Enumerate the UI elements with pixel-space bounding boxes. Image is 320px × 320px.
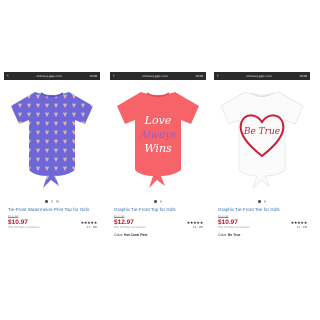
product-info: Graphic Tie-Front Tee for Girls $16.99 $… bbox=[214, 204, 310, 237]
rating[interactable]: ★★★★★ 4.6 · 186 bbox=[186, 220, 204, 229]
carousel-dot[interactable] bbox=[154, 200, 157, 203]
product-image[interactable]: Love Always Wins bbox=[110, 80, 206, 198]
color-value: Be True bbox=[228, 232, 241, 237]
carousel-dot[interactable] bbox=[50, 200, 54, 203]
shirt-text: Be True bbox=[243, 127, 280, 137]
carousel-dot[interactable] bbox=[159, 200, 162, 203]
product-title[interactable]: Graphic Tie-Front Tee for Girls bbox=[218, 207, 307, 213]
color-value: Hot Coral Pink bbox=[124, 232, 148, 237]
product-card-1: ‹ oldnavy.gap.com 10:08 Tie-Front Waterm… bbox=[4, 72, 100, 252]
rating[interactable]: ★★★★★ 4.7 · 105 bbox=[290, 220, 308, 229]
carousel-dot[interactable] bbox=[45, 200, 48, 203]
star-icon: ★★★★★ bbox=[290, 220, 308, 225]
browser-bar: ‹ oldnavy.gap.com 10:08 bbox=[4, 72, 100, 80]
color-label: Color: bbox=[218, 232, 228, 237]
shirt-text: Wins bbox=[144, 142, 172, 155]
product-image[interactable] bbox=[4, 80, 100, 198]
product-title[interactable]: Graphic Tie-Front Top for Girls bbox=[114, 207, 203, 213]
clock-time: 10:08 bbox=[299, 74, 307, 78]
rating-count: 4.6 · 186 bbox=[86, 226, 97, 229]
color-label: Color: bbox=[114, 232, 124, 237]
star-icon: ★★★★★ bbox=[186, 220, 204, 225]
browser-bar: ‹ oldnavy.gap.com 10:08 bbox=[214, 72, 310, 80]
rating[interactable]: ★★★★★ 4.6 · 186 bbox=[80, 220, 98, 229]
browser-bar: ‹ oldnavy.gap.com 10:08 bbox=[110, 72, 206, 80]
product-card-2: ‹ oldnavy.gap.com 10:08 Love Always Wins… bbox=[110, 72, 206, 252]
product-image[interactable]: Be True bbox=[214, 80, 310, 198]
color-selection: Color: Hot Coral Pink bbox=[114, 233, 203, 237]
url-text[interactable]: oldnavy.gap.com bbox=[115, 74, 196, 78]
clock-time: 10:08 bbox=[89, 74, 97, 78]
product-card-3: ‹ oldnavy.gap.com 10:08 Be True Graphic … bbox=[214, 72, 310, 252]
shirt-text: Always bbox=[139, 130, 176, 141]
rating-count: 4.7 · 105 bbox=[296, 226, 307, 229]
carousel-dot[interactable] bbox=[258, 200, 261, 203]
shirt-text: Love bbox=[144, 114, 172, 127]
clock-time: 10:08 bbox=[195, 74, 203, 78]
carousel-dot[interactable] bbox=[56, 200, 59, 203]
carousel-dot[interactable] bbox=[263, 200, 266, 203]
url-text[interactable]: oldnavy.gap.com bbox=[219, 74, 300, 78]
product-info: Graphic Tie-Front Top for Girls $16.99 $… bbox=[110, 204, 206, 237]
star-icon: ★★★★★ bbox=[80, 220, 98, 225]
color-selection: Color: Be True bbox=[218, 233, 307, 237]
product-title[interactable]: Tie-Front Watermelon-Print Top for Girls bbox=[8, 207, 97, 213]
url-text[interactable]: oldnavy.gap.com bbox=[9, 74, 90, 78]
product-info: Tie-Front Watermelon-Print Top for Girls… bbox=[4, 204, 100, 230]
rating-count: 4.6 · 186 bbox=[192, 226, 203, 229]
